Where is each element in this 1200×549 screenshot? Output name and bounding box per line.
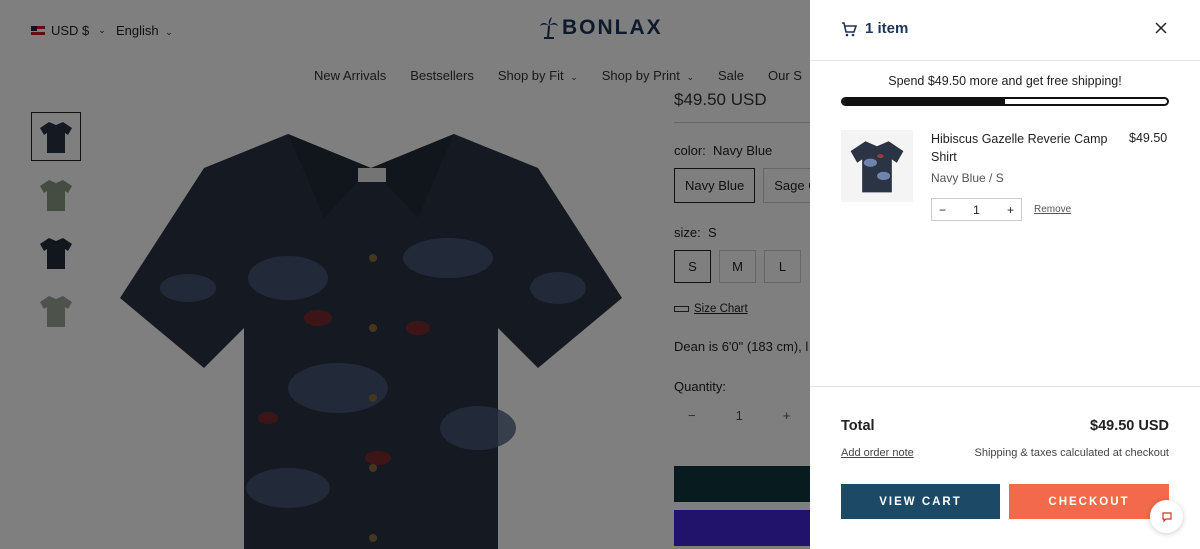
shirt-image [850,141,904,193]
cart-drawer: 1 item Spend $49.50 more and get free sh… [810,0,1200,549]
cart-quantity-stepper: − 1 + [931,198,1022,221]
cart-quantity-decrease-button[interactable]: − [939,203,946,217]
drawer-overlay[interactable] [0,0,810,549]
total-value: $49.50 USD [1090,418,1169,434]
cart-header: 1 item [810,0,1200,61]
shipping-taxes-note: Shipping & taxes calculated at checkout [974,447,1169,459]
view-cart-button[interactable]: VIEW CART [841,484,1000,519]
add-order-note-link[interactable]: Add order note [841,447,914,459]
cart-item-remove-link[interactable]: Remove [1034,204,1071,215]
cart-quantity-value[interactable]: 1 [973,203,980,217]
free-shipping-progress-fill [843,99,1005,104]
cart-footer: Total $49.50 USD Add order note Shipping… [810,386,1200,549]
cart-item-image[interactable] [841,130,913,202]
free-shipping-progress [841,97,1169,106]
close-icon[interactable] [1153,20,1169,36]
total-label: Total [841,418,875,434]
free-shipping-message: Spend $49.50 more and get free shipping! [888,74,1122,88]
cart-item-price: $49.50 [1129,131,1168,145]
chat-button[interactable] [1150,500,1183,533]
cart-item-title[interactable]: Hibiscus Gazelle Reverie Camp Shirt [931,130,1111,166]
cart-item-variant: Navy Blue / S [931,171,1004,185]
cart-quantity-increase-button[interactable]: + [1007,203,1014,217]
cart-icon [842,22,857,37]
checkout-button[interactable]: CHECKOUT [1009,484,1169,519]
chat-bubble-icon [1161,511,1172,522]
cart-item-count: 1 item [865,20,909,37]
